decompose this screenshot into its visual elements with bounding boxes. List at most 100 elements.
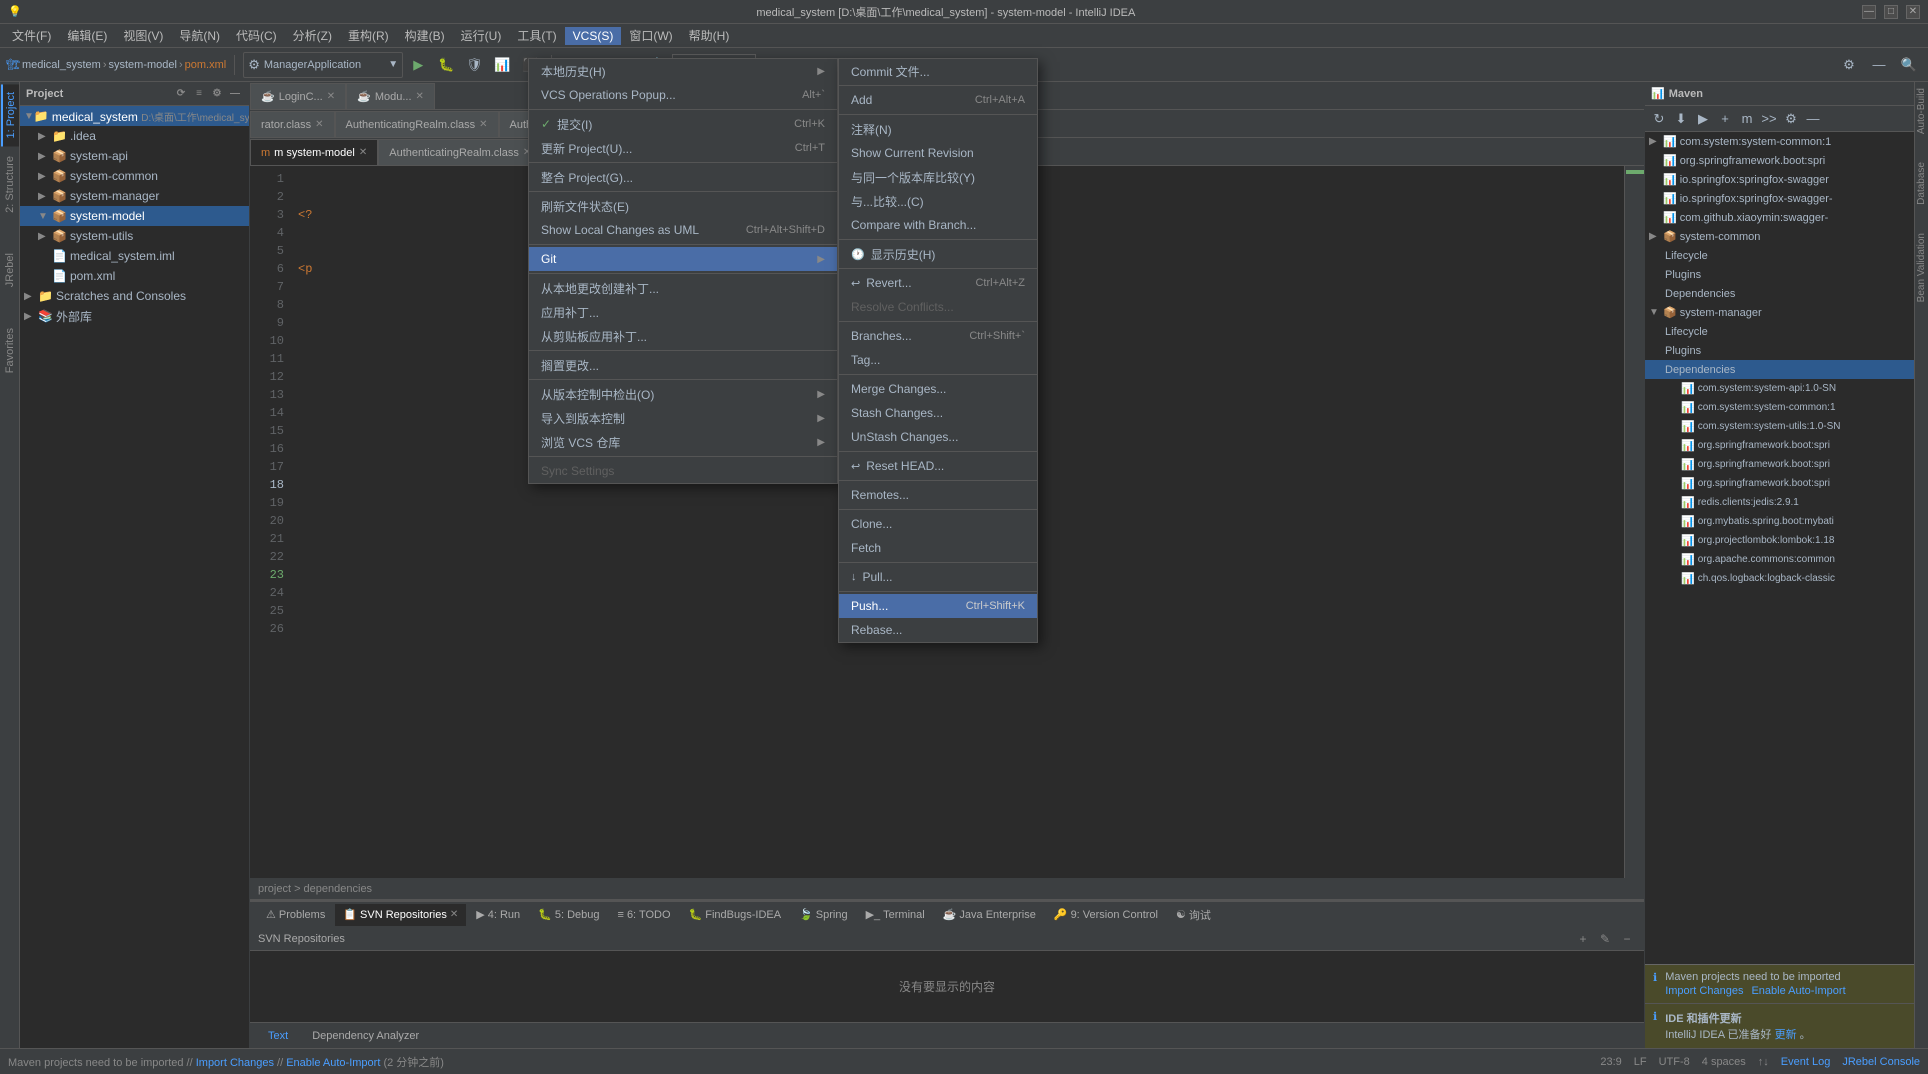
git-reset-head[interactable]: ↩ Reset HEAD...: [839, 454, 1037, 478]
maven-collapse-btn[interactable]: —: [1803, 109, 1823, 129]
maven-skip-btn[interactable]: >>: [1759, 109, 1779, 129]
git-stash[interactable]: Stash Changes...: [839, 401, 1037, 425]
tree-common[interactable]: ▶ 📦 system-common: [20, 166, 249, 186]
close-btn[interactable]: ✕: [1906, 5, 1920, 19]
tab-spring[interactable]: 🍃 Spring: [791, 904, 856, 926]
settings-button[interactable]: ⚙: [1836, 52, 1862, 78]
maven-system-common-section[interactable]: ▶ 📦 system-common: [1645, 227, 1914, 246]
git-remotes[interactable]: Remotes...: [839, 483, 1037, 507]
git-compare[interactable]: 与...比较...(C): [839, 189, 1037, 213]
tab-run[interactable]: ▶ 4: Run: [468, 904, 528, 926]
menu-code[interactable]: 代码(C): [228, 25, 285, 46]
maven-manager-deps[interactable]: Dependencies: [1645, 360, 1914, 379]
tab-version-control[interactable]: 🔑 9: Version Control: [1046, 904, 1166, 926]
status-import-link[interactable]: Import Changes: [196, 1057, 274, 1069]
svn-add-btn[interactable]: +: [1574, 930, 1592, 948]
panel-settings-btn[interactable]: ⚙: [209, 86, 225, 102]
minimize-btn[interactable]: —: [1862, 5, 1876, 19]
maven-download-btn[interactable]: ⬇: [1671, 109, 1691, 129]
tree-scratches[interactable]: ▶ 📁 Scratches and Consoles: [20, 286, 249, 306]
git-show-history[interactable]: 🕐 显示历史(H): [839, 242, 1037, 266]
git-commit-file[interactable]: Commit 文件...: [839, 59, 1037, 83]
menu-help[interactable]: 帮助(H): [681, 25, 738, 46]
maven-common-lifecycle[interactable]: Lifecycle: [1645, 246, 1914, 265]
maven-system-manager-section[interactable]: ▼ 📦 system-manager: [1645, 303, 1914, 322]
git-compare-branch[interactable]: Compare with Branch...: [839, 213, 1037, 237]
maven-springfox1[interactable]: 📊 io.springfox:springfox-swagger: [1645, 170, 1914, 189]
tab-jrebel[interactable]: JRebel: [2, 245, 18, 295]
tab-java-enterprise[interactable]: ☕ Java Enterprise: [935, 904, 1044, 926]
vcs-show-uml[interactable]: Show Local Changes as UML Ctrl+Alt+Shift…: [529, 218, 837, 242]
maven-dep-spring3[interactable]: 📊 org.springframework.boot:spri: [1645, 474, 1914, 493]
git-clone[interactable]: Clone...: [839, 512, 1037, 536]
text-tab[interactable]: Text: [258, 1025, 298, 1047]
vcs-shelve[interactable]: 搁置更改...: [529, 353, 837, 377]
maven-common-plugins[interactable]: Plugins: [1645, 265, 1914, 284]
git-rebase[interactable]: Rebase...: [839, 618, 1037, 642]
git-push[interactable]: Push... Ctrl+Shift+K: [839, 594, 1037, 618]
menu-view[interactable]: 视图(V): [115, 25, 171, 46]
vcs-create-patch[interactable]: 从本地更改创建补丁...: [529, 276, 837, 300]
git-fetch[interactable]: Fetch: [839, 536, 1037, 560]
vcs-git[interactable]: Git: [529, 247, 837, 271]
tab-query[interactable]: ☯ 询试: [1168, 904, 1219, 926]
vcs-checkout[interactable]: 从版本控制中检出(O): [529, 382, 837, 406]
menu-run[interactable]: 运行(U): [453, 25, 510, 46]
vcs-import[interactable]: 导入到版本控制: [529, 406, 837, 430]
git-add[interactable]: Add Ctrl+Alt+A: [839, 88, 1037, 112]
bean-validation-tab[interactable]: Bean Validation: [1915, 229, 1928, 306]
tree-manager[interactable]: ▶ 📦 system-manager: [20, 186, 249, 206]
maven-dep-utils[interactable]: 📊 com.system:system-utils:1.0-SN: [1645, 417, 1914, 436]
tab-favorites[interactable]: Favorites: [2, 320, 18, 381]
loginc-close[interactable]: ✕: [327, 91, 335, 102]
svn-delete-btn[interactable]: −: [1618, 930, 1636, 948]
tree-api[interactable]: ▶ 📦 system-api: [20, 146, 249, 166]
git-unstash[interactable]: UnStash Changes...: [839, 425, 1037, 449]
modu-close[interactable]: ✕: [416, 91, 424, 102]
tree-iml[interactable]: ▶ 📄 medical_system.iml: [20, 246, 249, 266]
enable-auto-import-link[interactable]: Enable Auto-Import: [1751, 985, 1845, 997]
maven-dep-lombok[interactable]: 📊 org.projectlombok:lombok:1.18: [1645, 531, 1914, 550]
profile-button[interactable]: 📊: [489, 52, 515, 78]
menu-analyze[interactable]: 分析(Z): [285, 25, 340, 46]
maven-m-btn[interactable]: m: [1737, 109, 1757, 129]
menu-file[interactable]: 文件(F): [4, 25, 59, 46]
menu-window[interactable]: 窗口(W): [621, 25, 680, 46]
git-branches[interactable]: Branches... Ctrl+Shift+`: [839, 324, 1037, 348]
vcs-refresh[interactable]: 刷新文件状态(E): [529, 194, 837, 218]
tree-root[interactable]: ▼ 📁 medical_system D:\桌面\工作\medical_syst…: [20, 106, 249, 126]
filter-btn[interactable]: ≡: [191, 86, 207, 102]
vcs-local-history[interactable]: 本地历史(H): [529, 59, 837, 83]
maven-dep-api[interactable]: 📊 com.system:system-api:1.0-SN: [1645, 379, 1914, 398]
tab-svn-repos[interactable]: 📋 SVN Repositories ✕: [335, 904, 466, 926]
database-tab[interactable]: Database: [1915, 158, 1928, 209]
menu-navigate[interactable]: 导航(N): [171, 25, 228, 46]
svn-edit-btn[interactable]: ✎: [1596, 930, 1614, 948]
auth-close[interactable]: ✕: [479, 119, 487, 130]
maven-dep-common[interactable]: 📊 com.system:system-common:1: [1645, 398, 1914, 417]
maven-run-btn[interactable]: ▶: [1693, 109, 1713, 129]
status-auto-import-link[interactable]: Enable Auto-Import: [286, 1057, 380, 1069]
tab-loginc[interactable]: ☕ LoginC... ✕: [250, 83, 346, 109]
maven-dep-spring2[interactable]: 📊 org.springframework.boot:spri: [1645, 455, 1914, 474]
search-everywhere[interactable]: 🔍: [1896, 52, 1922, 78]
git-compare-same-repo[interactable]: 与同一个版本库比较(Y): [839, 165, 1037, 189]
maven-manager-plugins[interactable]: Plugins: [1645, 341, 1914, 360]
tab-debug[interactable]: 🐛 5: Debug: [530, 904, 607, 926]
git-pull[interactable]: ↓ Pull...: [839, 565, 1037, 589]
vcs-browse[interactable]: 浏览 VCS 仓库: [529, 430, 837, 454]
tree-pom[interactable]: ▶ 📄 pom.xml: [20, 266, 249, 286]
tab-structure[interactable]: 2: Structure: [2, 148, 18, 221]
svn-close[interactable]: ✕: [450, 909, 458, 920]
auto-build-tab[interactable]: Auto-Build: [1915, 84, 1928, 138]
maven-dep-mybatis[interactable]: 📊 org.mybatis.spring.boot:mybati: [1645, 512, 1914, 531]
model-close[interactable]: ✕: [359, 147, 367, 158]
maven-root[interactable]: ▶ 📊 com.system:system-common:1: [1645, 132, 1914, 151]
git-tag[interactable]: Tag...: [839, 348, 1037, 372]
git-annotate[interactable]: 注释(N): [839, 117, 1037, 141]
menu-refactor[interactable]: 重构(R): [340, 25, 397, 46]
sync-btn[interactable]: ⟳: [173, 86, 189, 102]
menu-edit[interactable]: 编辑(E): [59, 25, 115, 46]
vcs-apply-clipboard-patch[interactable]: 从剪贴板应用补丁...: [529, 324, 837, 348]
coverage-button[interactable]: 🛡: [461, 52, 487, 78]
